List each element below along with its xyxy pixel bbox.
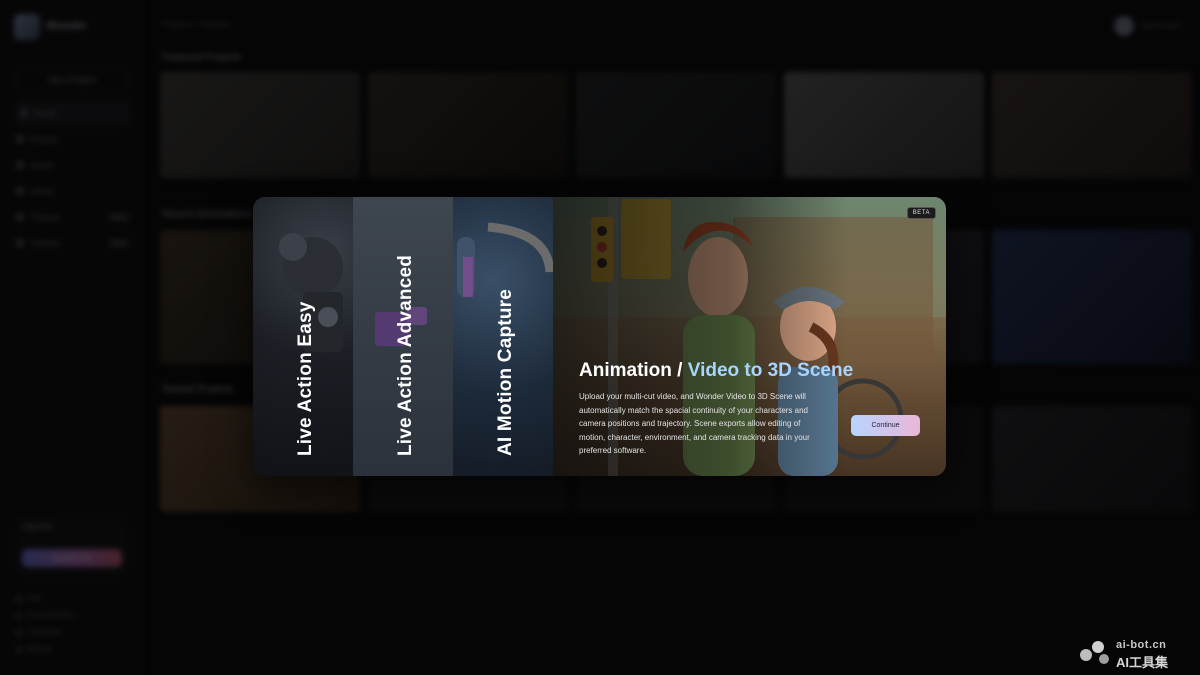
watermark-logo-icon <box>1080 641 1109 664</box>
watermark-text: AI工具集 <box>1116 655 1169 670</box>
beta-badge: BETA <box>906 207 936 219</box>
watermark: ai-bot.cn AI工具集 <box>1074 637 1190 670</box>
panel-ai-motion-capture[interactable]: AI Motion Capture <box>453 197 553 476</box>
panel-label: AI Motion Capture <box>495 289 516 456</box>
panel-label: Live Action Easy <box>295 301 316 456</box>
panel-live-action-advanced[interactable]: Live Action Advanced <box>353 197 453 476</box>
watermark-url: ai-bot.cn <box>1116 639 1167 651</box>
panel-live-action-easy[interactable]: Live Action Easy <box>253 197 353 476</box>
continue-button[interactable]: Continue <box>851 415 920 436</box>
workflow-picker-modal: Live Action Easy Live Action Advanced AI… <box>253 197 946 476</box>
hero-title-prefix: Animation / <box>579 360 688 381</box>
hero-description: Upload your multi-cut video, and Wonder … <box>579 392 810 455</box>
hero-title: Animation / Video to 3D Scene <box>579 360 853 382</box>
video-to-3d-hero: BETA Animation / Video to 3D Scene Uploa… <box>553 197 946 476</box>
hero-title-accent: Video to 3D Scene <box>687 360 854 381</box>
panel-label: Live Action Advanced <box>395 254 416 456</box>
